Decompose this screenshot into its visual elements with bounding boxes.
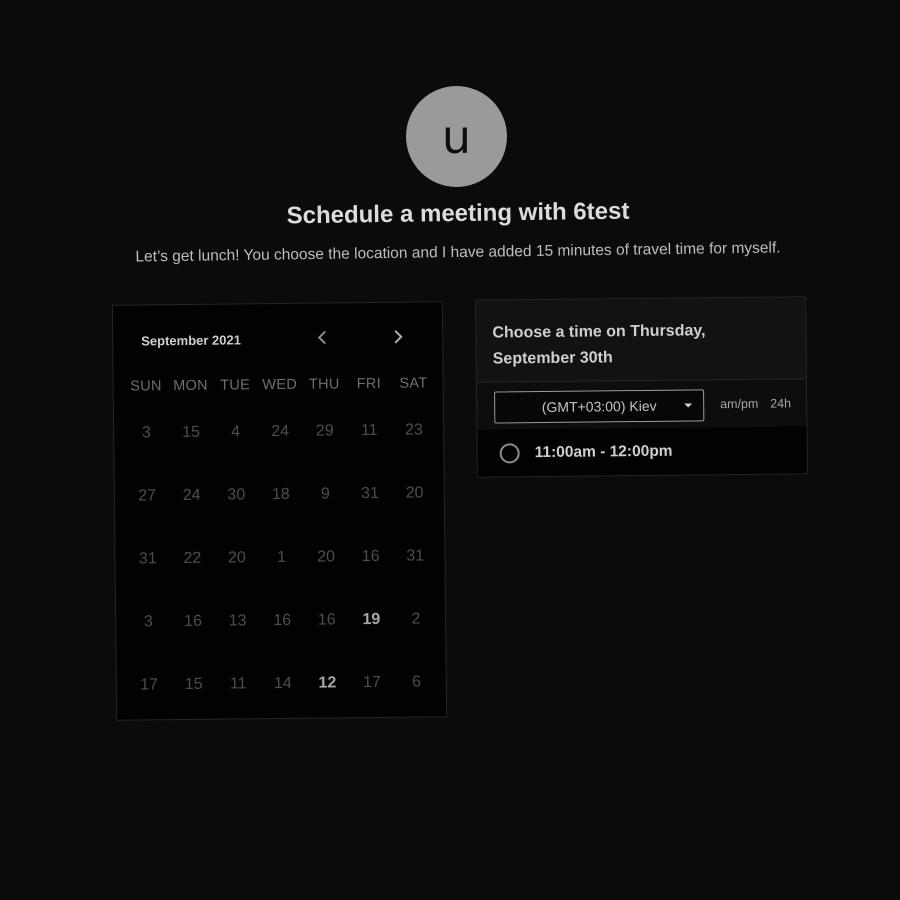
prev-month-button[interactable] — [311, 325, 335, 349]
timezone-value: (GMT+03:00) Kiev — [541, 397, 657, 416]
calendar-day: 9 — [320, 484, 330, 503]
weekday-label: THU — [308, 376, 340, 393]
calendar-day: 20 — [227, 548, 246, 567]
calendar-grid: 3 15 4 24 29 11 23 27 24 30 18 9 31 20 3… — [124, 398, 439, 716]
next-month-button[interactable] — [385, 325, 409, 349]
calendar-day: 3 — [141, 423, 151, 441]
calendar-day: 20 — [405, 483, 424, 502]
date-picker-calendar: September 2021 SUN MON TUE WED THU FRI S… — [111, 301, 448, 721]
calendar-day: 15 — [182, 423, 201, 441]
calendar-day: 31 — [361, 484, 379, 502]
page-title: Schedule a meeting with 6test — [286, 197, 630, 230]
calendar-day: 18 — [271, 485, 290, 503]
radio-button[interactable] — [499, 442, 520, 463]
calendar-day: 11 — [229, 674, 247, 693]
calendar-day: 27 — [138, 486, 157, 504]
weekday-label: MON — [173, 377, 209, 395]
calendar-day: 4 — [231, 422, 241, 441]
weekday-header: SUN MON TUE WED THU FRI SAT — [124, 375, 436, 394]
timezone-select[interactable]: (GMT+03:00) Kiev — [494, 389, 705, 424]
caret-down-icon — [684, 403, 693, 408]
calendar-day: 31 — [138, 549, 157, 567]
calendar-day: 31 — [406, 546, 425, 565]
calendar-week: 31 22 20 1 20 16 31 — [125, 524, 438, 590]
calendar-day: 17 — [362, 673, 381, 691]
calendar-month-label: September 2021 — [141, 332, 242, 349]
calendar-day: 2 — [411, 610, 421, 628]
weekday-label: FRI — [356, 375, 382, 393]
calendar-day: 30 — [227, 485, 246, 504]
weekday-label: SAT — [399, 375, 428, 392]
calendar-day-available[interactable]: 12 — [305, 674, 350, 692]
chevron-left-icon — [317, 330, 326, 345]
format-24h-toggle[interactable]: 24h — [770, 396, 791, 410]
time-panel-title-line1: Choose a time on Thursday, — [492, 322, 706, 342]
avatar-letter: u — [441, 109, 472, 164]
calendar-week: 3 15 4 24 29 11 23 — [124, 398, 437, 464]
chevron-right-icon — [394, 330, 403, 344]
calendar-day: 29 — [315, 421, 334, 440]
time-slot-label: 11:00am - 12:00pm — [534, 442, 673, 461]
calendar-day: 22 — [183, 549, 202, 567]
calendar-day: 13 — [228, 611, 247, 630]
time-panel-header: Choose a time on Thursday, September 30t… — [476, 297, 806, 383]
weekday-label: TUE — [220, 377, 251, 394]
calendar-day: 16 — [317, 610, 336, 629]
time-slot-option[interactable]: 11:00am - 12:00pm — [477, 426, 807, 477]
time-panel-title-line2: September 30th — [492, 349, 613, 368]
calendar-day: 15 — [184, 675, 203, 693]
calendar-day: 6 — [412, 673, 422, 691]
calendar-day: 20 — [317, 547, 336, 566]
calendar-day-available[interactable]: 19 — [349, 610, 394, 628]
calendar-day: 16 — [184, 612, 203, 630]
host-avatar: u — [406, 86, 507, 187]
meeting-description: Let’s get lunch! You choose the location… — [135, 239, 781, 266]
calendar-day: 24 — [182, 486, 201, 504]
calendar-week: 3 16 13 16 16 19 2 — [126, 587, 439, 653]
calendar-day: 14 — [273, 674, 292, 692]
calendar-day: 3 — [143, 612, 153, 630]
calendar-week: 27 24 30 18 9 31 20 — [125, 461, 438, 527]
calendar-day: 17 — [140, 675, 159, 693]
weekday-label: WED — [262, 376, 298, 394]
calendar-day: 11 — [360, 421, 378, 439]
calendar-day: 16 — [361, 547, 380, 565]
weekday-label: SUN — [130, 378, 162, 395]
calendar-day: 1 — [276, 548, 287, 566]
calendar-day: 16 — [273, 611, 292, 629]
format-ampm-toggle[interactable]: am/pm — [720, 397, 758, 411]
calendar-week: 17 15 11 14 12 17 6 — [126, 650, 439, 716]
calendar-day: 24 — [271, 422, 290, 440]
calendar-day: 23 — [404, 420, 423, 439]
time-selection-panel: Choose a time on Thursday, September 30t… — [475, 296, 808, 478]
